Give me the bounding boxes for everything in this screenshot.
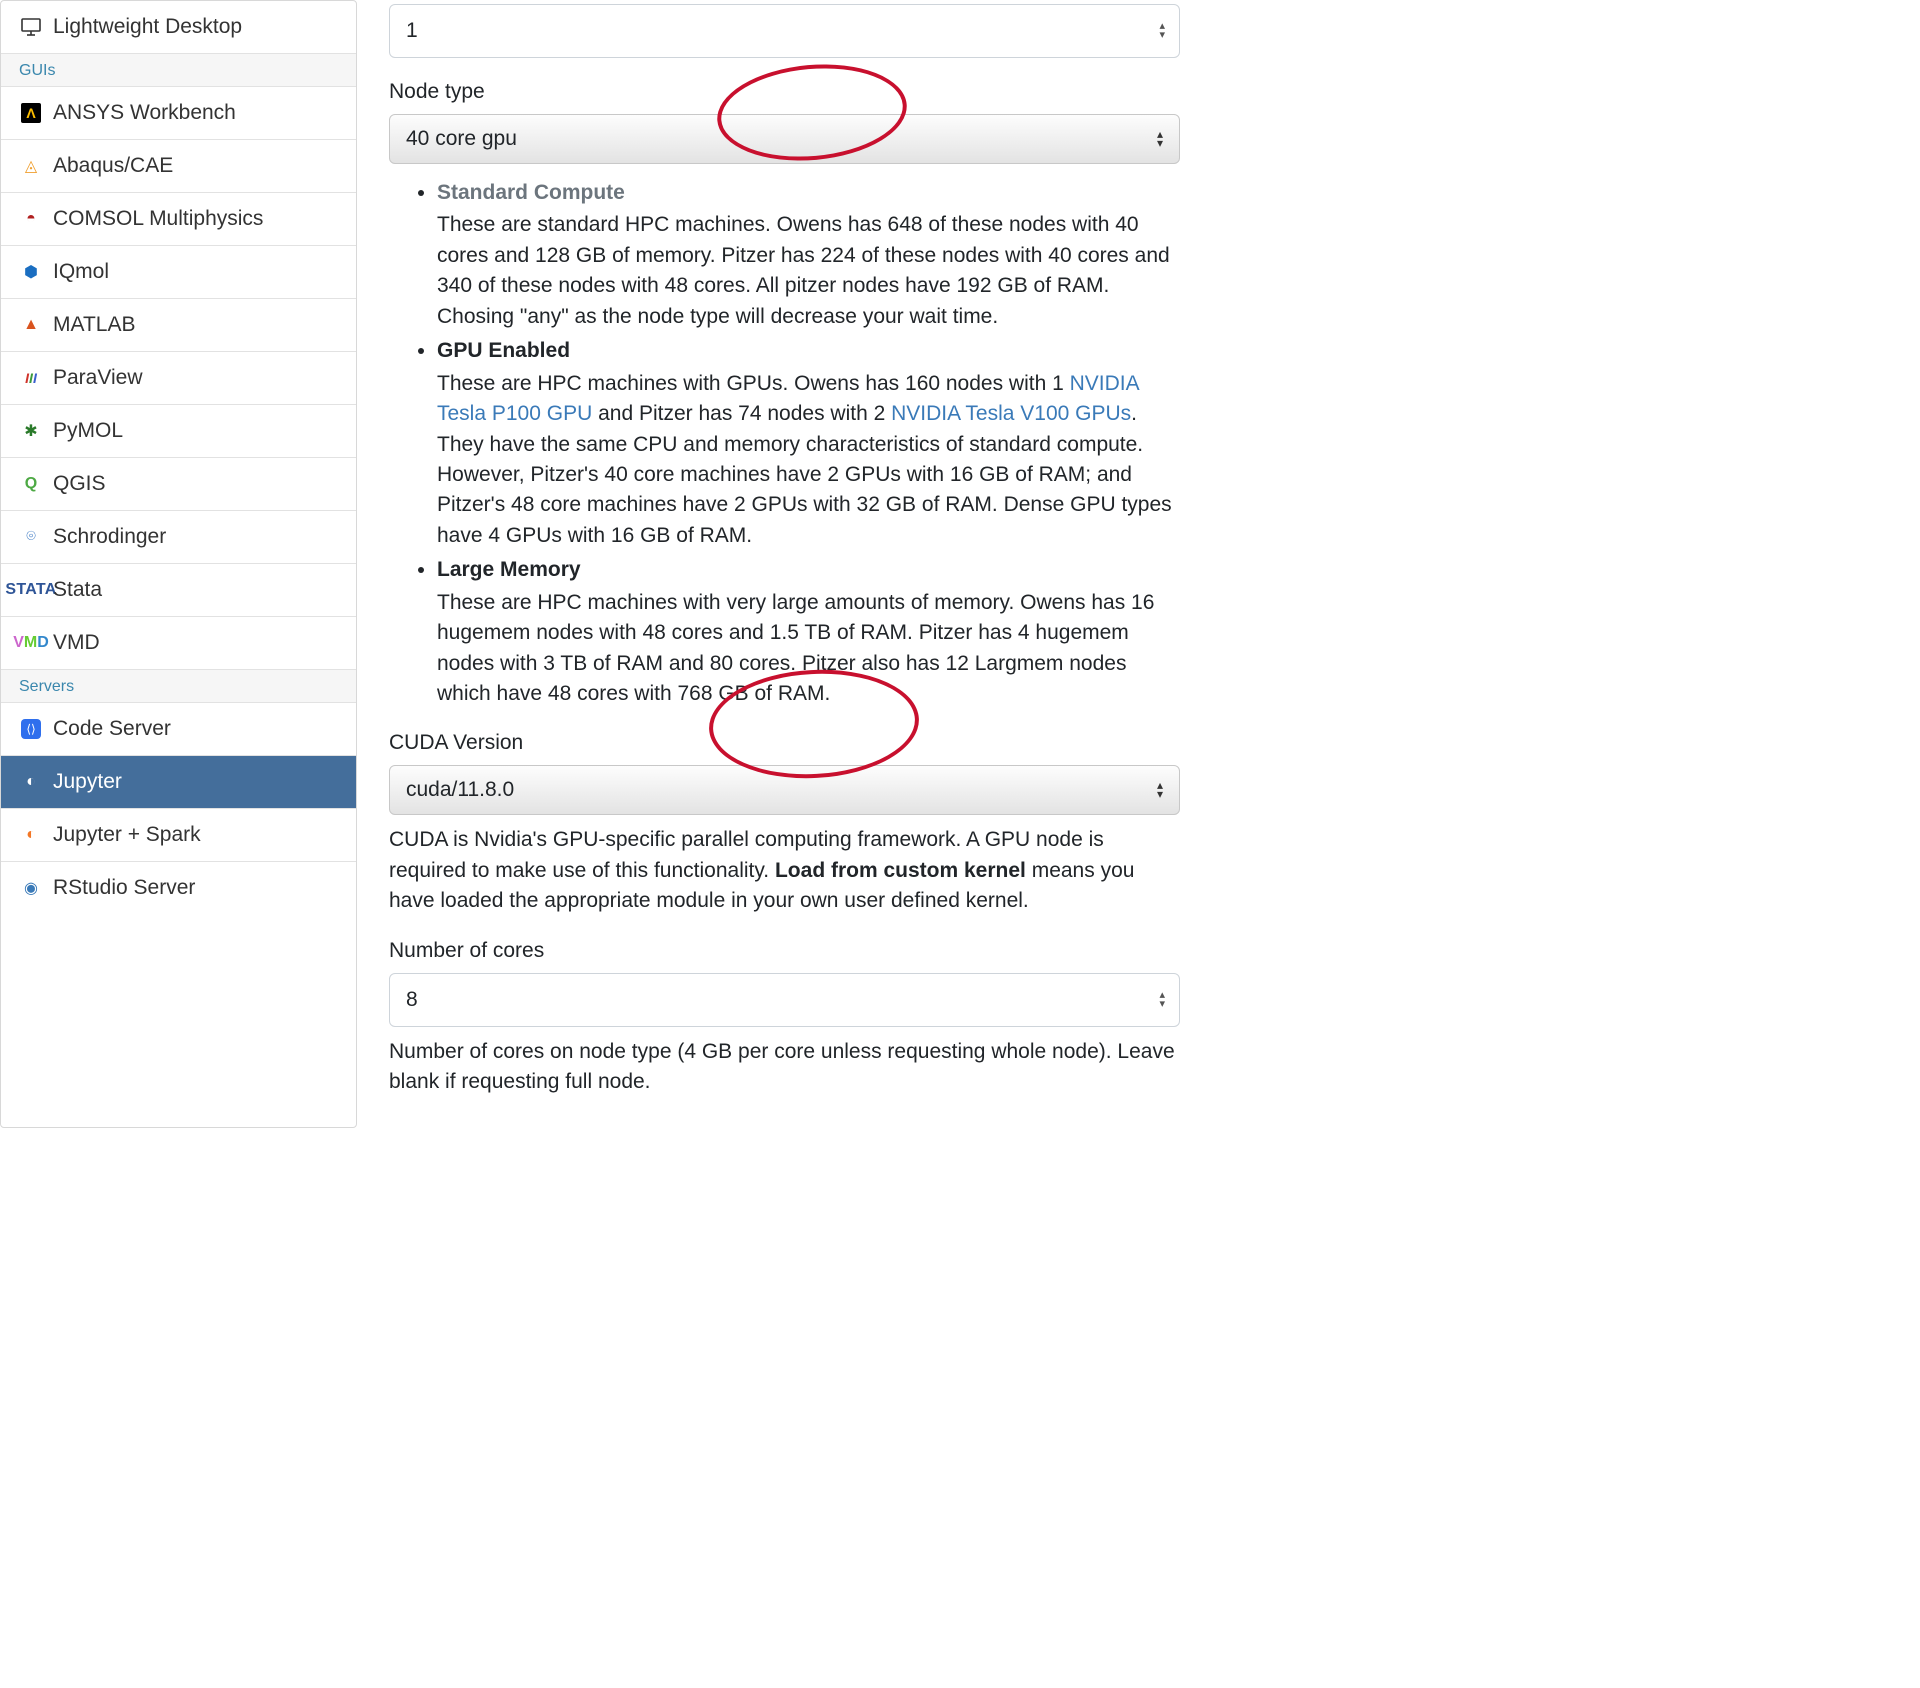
sidebar-item-label: Jupyter bbox=[53, 770, 122, 794]
sidebar-item-label: ANSYS Workbench bbox=[53, 101, 236, 125]
matlab-icon: ▲ bbox=[19, 313, 43, 337]
sidebar-item-jupyter-spark[interactable]: ◐ Jupyter + Spark bbox=[1, 809, 356, 862]
sidebar-item-schrodinger[interactable]: ⌾ Schrodinger bbox=[1, 511, 356, 564]
sidebar-item-rstudio[interactable]: ◉ RStudio Server bbox=[1, 862, 356, 914]
rstudio-icon: ◉ bbox=[19, 876, 43, 900]
top-number-value: 1 bbox=[406, 19, 418, 42]
sidebar-item-jupyter[interactable]: ◐ Jupyter bbox=[1, 756, 356, 809]
sidebar-item-label: VMD bbox=[53, 631, 100, 655]
sidebar-item-paraview[interactable]: III ParaView bbox=[1, 352, 356, 405]
cores-label: Number of cores bbox=[389, 939, 1180, 963]
select-arrows-icon: ▴▾ bbox=[1157, 781, 1163, 799]
node-type-value: 40 core gpu bbox=[406, 127, 517, 150]
sidebar-item-label: MATLAB bbox=[53, 313, 135, 337]
cores-help-text: Number of cores on node type (4 GB per c… bbox=[389, 1037, 1180, 1098]
sidebar-item-stata[interactable]: STATA Stata bbox=[1, 564, 356, 617]
comsol-icon: ◓ bbox=[19, 207, 43, 231]
sidebar-item-comsol[interactable]: ◓ COMSOL Multiphysics bbox=[1, 193, 356, 246]
cuda-help-text: CUDA is Nvidia's GPU-specific parallel c… bbox=[389, 825, 1180, 916]
sidebar-section-guis: GUIs bbox=[1, 54, 356, 87]
sidebar-item-iqmol[interactable]: ⬢ IQmol bbox=[1, 246, 356, 299]
sidebar-item-label: IQmol bbox=[53, 260, 109, 284]
desc-largemem-title: Large Memory bbox=[437, 555, 1180, 585]
link-nvidia-v100[interactable]: NVIDIA Tesla V100 GPUs bbox=[891, 402, 1131, 425]
number-stepper-icon[interactable]: ▴▾ bbox=[1159, 991, 1165, 1009]
abaqus-icon: ◬ bbox=[19, 154, 43, 178]
node-type-label: Node type bbox=[389, 80, 1180, 104]
desktop-icon bbox=[19, 15, 43, 39]
sidebar-item-label: PyMOL bbox=[53, 419, 123, 443]
sidebar-item-label: COMSOL Multiphysics bbox=[53, 207, 263, 231]
stata-icon: STATA bbox=[19, 578, 43, 602]
cuda-version-label: CUDA Version bbox=[389, 731, 1180, 755]
sidebar-item-label: Lightweight Desktop bbox=[53, 15, 242, 39]
cuda-version-select[interactable]: cuda/11.8.0 ▴▾ bbox=[389, 765, 1180, 815]
sidebar-item-abaqus[interactable]: ◬ Abaqus/CAE bbox=[1, 140, 356, 193]
desc-gpu-title: GPU Enabled bbox=[437, 336, 1180, 366]
sidebar-item-label: Schrodinger bbox=[53, 525, 166, 549]
pymol-icon: ✱ bbox=[19, 419, 43, 443]
desc-largemem-text: These are HPC machines with very large a… bbox=[437, 588, 1180, 710]
number-stepper-icon[interactable]: ▴▾ bbox=[1159, 22, 1165, 40]
sidebar-item-pymol[interactable]: ✱ PyMOL bbox=[1, 405, 356, 458]
cores-value: 8 bbox=[406, 988, 418, 1011]
iqmol-icon: ⬢ bbox=[19, 260, 43, 284]
jupyter-icon: ◐ bbox=[19, 770, 43, 794]
main-form: 1 ▴▾ Node type 40 core gpu ▴▾ Standard C… bbox=[357, 0, 1200, 1128]
node-type-description: Standard Compute These are standard HPC … bbox=[437, 178, 1180, 709]
sidebar-item-ansys[interactable]: Λ ANSYS Workbench bbox=[1, 87, 356, 140]
paraview-icon: III bbox=[19, 366, 43, 390]
sidebar-item-vmd[interactable]: VMD VMD bbox=[1, 617, 356, 670]
sidebar-item-label: Jupyter + Spark bbox=[53, 823, 201, 847]
qgis-icon: Q bbox=[19, 472, 43, 496]
vmd-icon: VMD bbox=[19, 631, 43, 655]
sidebar-item-label: QGIS bbox=[53, 472, 106, 496]
sidebar: Lightweight Desktop GUIs Λ ANSYS Workben… bbox=[0, 0, 357, 1128]
select-arrows-icon: ▴▾ bbox=[1157, 130, 1163, 148]
sidebar-item-label: Stata bbox=[53, 578, 102, 602]
top-number-input[interactable]: 1 ▴▾ bbox=[389, 4, 1180, 58]
cores-input[interactable]: 8 ▴▾ bbox=[389, 973, 1180, 1027]
ansys-icon: Λ bbox=[19, 101, 43, 125]
sidebar-section-servers: Servers bbox=[1, 670, 356, 703]
desc-gpu-text: These are HPC machines with GPUs. Owens … bbox=[437, 369, 1180, 552]
sidebar-item-label: Abaqus/CAE bbox=[53, 154, 173, 178]
codeserver-icon: ⟨⟩ bbox=[19, 717, 43, 741]
sidebar-item-label: ParaView bbox=[53, 366, 143, 390]
sidebar-item-code-server[interactable]: ⟨⟩ Code Server bbox=[1, 703, 356, 756]
cuda-version-value: cuda/11.8.0 bbox=[406, 778, 514, 801]
node-type-select[interactable]: 40 core gpu ▴▾ bbox=[389, 114, 1180, 164]
sidebar-item-label: RStudio Server bbox=[53, 876, 195, 900]
sidebar-item-qgis[interactable]: Q QGIS bbox=[1, 458, 356, 511]
sidebar-item-label: Code Server bbox=[53, 717, 171, 741]
desc-standard-title: Standard Compute bbox=[437, 178, 1180, 208]
sidebar-item-matlab[interactable]: ▲ MATLAB bbox=[1, 299, 356, 352]
jupyter-icon: ◐ bbox=[19, 823, 43, 847]
desc-standard-text: These are standard HPC machines. Owens h… bbox=[437, 210, 1180, 332]
sidebar-item-lightweight-desktop[interactable]: Lightweight Desktop bbox=[1, 1, 356, 54]
schrodinger-icon: ⌾ bbox=[19, 525, 43, 549]
